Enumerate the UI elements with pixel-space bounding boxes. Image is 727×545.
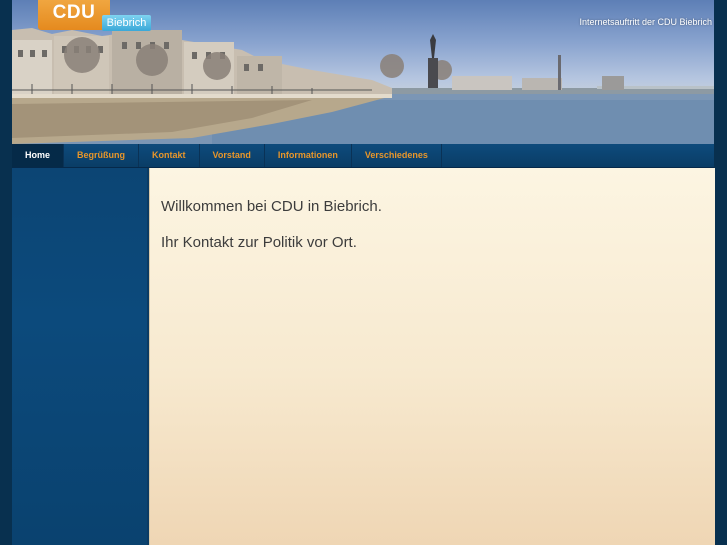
nav-item-begruessung[interactable]: Begrüßung: [64, 144, 140, 167]
nav-item-informationen[interactable]: Informationen: [265, 144, 352, 167]
main-content: Willkommen bei CDU in Biebrich. Ihr Kont…: [149, 168, 715, 545]
nav-item-vorstand[interactable]: Vorstand: [200, 144, 265, 167]
contact-heading: Ihr Kontakt zur Politik vor Ort.: [161, 234, 357, 251]
right-frame: [714, 0, 727, 545]
sidebar: [12, 168, 147, 545]
cdu-logo[interactable]: CDU: [38, 0, 110, 30]
nav-item-kontakt[interactable]: Kontakt: [139, 144, 200, 167]
nav-item-home[interactable]: Home: [12, 144, 65, 167]
welcome-heading: Willkommen bei CDU in Biebrich.: [161, 198, 382, 215]
main-navigation: Home Begrüßung Kontakt Vorstand Informat…: [12, 144, 714, 168]
nav-item-verschiedenes[interactable]: Verschiedenes: [352, 144, 442, 167]
left-frame: [0, 0, 12, 545]
logo-subtitle: Biebrich: [102, 15, 151, 31]
header-banner: CDU Biebrich Internetsauftritt der CDU B…: [12, 0, 714, 144]
logo-text: CDU: [52, 2, 96, 23]
site-tagline: Internetsauftritt der CDU Biebrich: [579, 17, 712, 27]
